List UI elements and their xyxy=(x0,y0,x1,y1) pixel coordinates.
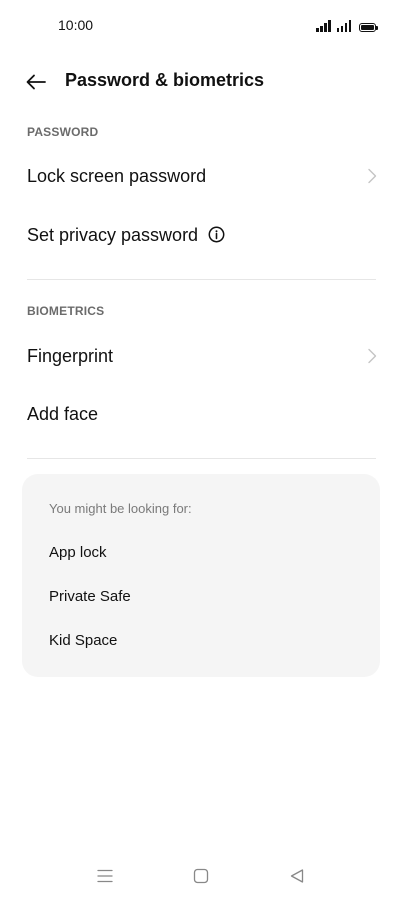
chevron-right-icon xyxy=(368,348,377,364)
section-header-password: PASSWORD xyxy=(27,125,99,139)
suggestion-app-lock[interactable]: App lock xyxy=(49,544,107,561)
signal-icon xyxy=(316,20,331,32)
page-title: Password & biometrics xyxy=(65,70,265,90)
status-time: 10:00 xyxy=(58,17,94,33)
arrow-left-icon xyxy=(26,74,46,90)
navigation-bar xyxy=(0,850,403,902)
status-icons xyxy=(316,18,378,32)
divider xyxy=(27,279,376,280)
menu-icon xyxy=(97,869,113,883)
suggestion-private-safe[interactable]: Private Safe xyxy=(49,588,131,605)
signal-icon-2 xyxy=(336,20,351,32)
back-triangle-icon xyxy=(290,869,304,883)
suggestion-kid-space[interactable]: Kid Space xyxy=(49,632,117,649)
suggestions-card: You might be looking for: App lock Priva… xyxy=(22,474,380,677)
add-face-row[interactable]: Add face xyxy=(0,385,403,443)
battery-icon xyxy=(359,23,378,32)
lock-screen-password-row[interactable]: Lock screen password xyxy=(0,147,403,205)
home-button[interactable] xyxy=(191,866,211,886)
fingerprint-row[interactable]: Fingerprint xyxy=(0,327,403,385)
header: Password & biometrics xyxy=(0,62,403,102)
status-bar: 10:00 xyxy=(0,0,403,52)
back-button[interactable] xyxy=(20,66,52,98)
chevron-right-icon xyxy=(368,168,377,184)
lock-screen-password-label: Lock screen password xyxy=(27,165,207,186)
divider xyxy=(27,458,376,459)
set-privacy-password-row[interactable]: Set privacy password xyxy=(0,206,403,264)
add-face-label: Add face xyxy=(27,403,99,424)
section-header-biometrics: BIOMETRICS xyxy=(27,304,105,318)
set-privacy-password-text: Set privacy password xyxy=(27,225,225,246)
menu-button[interactable] xyxy=(95,866,115,886)
fingerprint-label: Fingerprint xyxy=(27,345,114,366)
set-privacy-password-label: Set privacy password xyxy=(27,224,199,245)
home-icon xyxy=(193,868,209,884)
info-icon[interactable] xyxy=(208,226,225,243)
back-nav-button[interactable] xyxy=(287,866,307,886)
suggestions-title: You might be looking for: xyxy=(49,501,192,516)
